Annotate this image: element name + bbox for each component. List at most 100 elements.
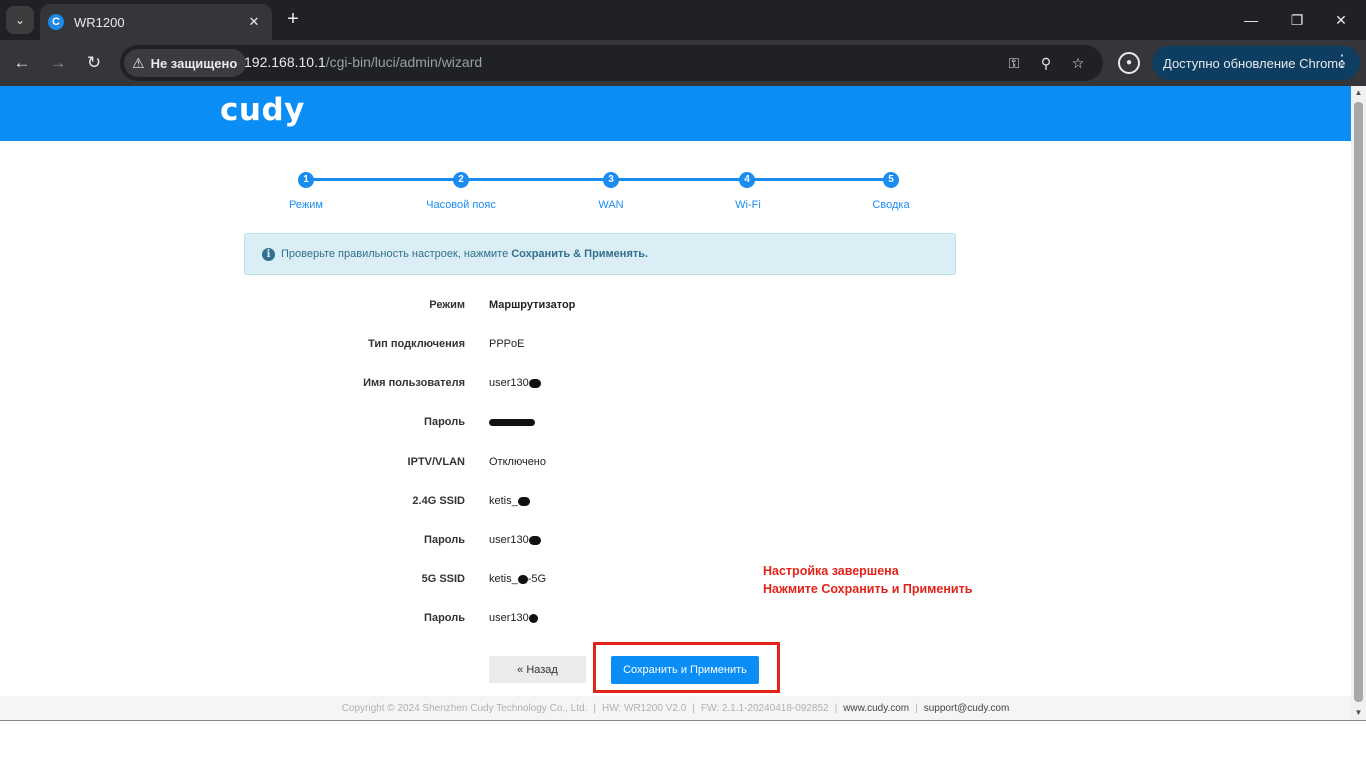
footer-site-link[interactable]: www.cudy.com (843, 703, 909, 714)
window-close-icon[interactable]: ✕ (1326, 8, 1356, 32)
update-label: Доступно обновление Chrome (1163, 55, 1346, 71)
new-tab-plus-icon[interactable]: + (282, 8, 304, 30)
restore-icon[interactable]: ❐ (1282, 8, 1312, 32)
footer-support-link[interactable]: support@cudy.com (924, 703, 1010, 714)
redaction-mark (517, 574, 528, 584)
row-value (489, 412, 535, 432)
profile-icon[interactable]: ● (1118, 52, 1140, 74)
summary-row-username: Имя пользователя user130 (0, 373, 800, 393)
row-value: user130 (489, 608, 538, 628)
footer-separator: | (915, 702, 918, 714)
username-text: user130 (489, 377, 529, 389)
kebab-menu-icon[interactable]: ⋮ (1334, 53, 1350, 71)
summary-row-password-2g: Пароль user130 (0, 530, 800, 550)
summary-row-iptv: IPTV/VLAN Отключено (0, 452, 800, 472)
footer-separator: | (593, 702, 596, 714)
footer-separator: | (692, 702, 695, 714)
tab-close-icon[interactable]: ✕ (244, 14, 264, 30)
zoom-icon[interactable]: ⚲ (1036, 53, 1056, 73)
alert-strong-text: Сохранить & Применять. (511, 248, 649, 260)
password-text: user130 (489, 612, 529, 624)
info-circle-icon: i (262, 247, 275, 261)
footer-hw: HW: WR1200 V2.0 (601, 702, 687, 714)
step-5-marker: 5 (883, 172, 899, 188)
page-header: cudy (0, 86, 1351, 141)
security-label: Не защищено (150, 55, 238, 71)
row-value: Маршрутизатор (489, 299, 576, 311)
below-viewport-area (0, 720, 1366, 768)
password-key-icon[interactable]: ⚿ (1004, 53, 1024, 73)
row-label: Пароль (424, 416, 465, 428)
scrollbar-thumb[interactable] (1354, 102, 1363, 702)
row-label: Тип подключения (368, 338, 465, 350)
minimize-icon[interactable]: — (1236, 8, 1266, 32)
row-value: PPPoE (489, 338, 525, 350)
summary-row-password-5g: Пароль user130 (0, 608, 800, 628)
step-4-marker: 4 (739, 172, 755, 188)
annotation-line-2: Нажмите Сохранить и Применить (763, 582, 973, 596)
url-host: 192.168.10.1 (244, 54, 326, 70)
bookmark-star-icon[interactable]: ☆ (1068, 53, 1088, 73)
forward-arrow-icon[interactable]: → (46, 51, 70, 75)
row-label: IPTV/VLAN (407, 456, 465, 468)
summary-row-mode: Режим Маршрутизатор (0, 295, 800, 315)
password-text: user130 (489, 534, 529, 546)
scroll-up-arrow-icon[interactable]: ▲ (1351, 86, 1366, 100)
row-value: user130 (489, 373, 541, 393)
row-value: Отключено (489, 456, 546, 468)
tab-search-chevron-icon[interactable]: ⌄ (6, 6, 34, 34)
ssid-text: ketis_ (489, 495, 518, 507)
back-arrow-icon[interactable]: ← (10, 51, 34, 75)
chrome-update-button[interactable]: Доступно обновление Chrome ⋮ (1152, 46, 1360, 80)
step-3-label: WAN (598, 199, 624, 211)
row-label: Режим (429, 299, 465, 311)
back-button[interactable]: « Назад (489, 656, 586, 683)
stepper-track (306, 178, 890, 181)
redaction-mark (528, 535, 541, 545)
info-alert: i Проверьте правильность настроек, нажми… (244, 233, 956, 275)
save-apply-button[interactable]: Сохранить и Применить (611, 656, 759, 684)
step-2-label: Часовой пояс (426, 199, 496, 211)
row-label: Пароль (424, 534, 465, 546)
step-5-label: Сводка (872, 199, 910, 211)
page-scrollbar[interactable]: ▲ ▼ (1351, 86, 1366, 720)
row-value: ketis_ (489, 491, 530, 511)
browser-tab[interactable]: C WR1200 ✕ (40, 4, 272, 40)
ssid-suffix: -5G (527, 573, 547, 585)
step-3-marker: 3 (603, 172, 619, 188)
browser-tab-strip: ⌄ C WR1200 ✕ + — ❐ ✕ (0, 0, 1366, 40)
row-value: ketis_ -5G (489, 569, 546, 589)
annotation-line-1: Настройка завершена (763, 564, 899, 578)
row-label: 2.4G SSID (412, 495, 465, 507)
alert-text: Проверьте правильность настроек, нажмите (281, 248, 509, 260)
footer-separator: | (834, 702, 838, 714)
step-4-label: Wi-Fi (735, 199, 761, 211)
row-label: Имя пользователя (363, 377, 465, 389)
redaction-mark (489, 418, 535, 426)
redaction-mark (517, 496, 530, 506)
page-footer: Copyright © 2024 Shenzhen Cudy Technolog… (0, 696, 1351, 720)
summary-row-connection-type: Тип подключения PPPoE (0, 334, 800, 354)
cudy-logo: cudy (220, 92, 305, 128)
security-warning-chip[interactable]: ⚠ Не защищено (124, 49, 247, 77)
summary-row-ssid-2g: 2.4G SSID ketis_ (0, 491, 800, 511)
row-label: Пароль (424, 612, 465, 624)
browser-toolbar: ← → ↻ ⚠ Не защищено 192.168.10.1/cgi-bin… (0, 40, 1366, 86)
step-1-marker: 1 (298, 172, 314, 188)
row-value: user130 (489, 530, 541, 550)
reload-icon[interactable]: ↻ (82, 51, 106, 75)
warning-triangle-icon: ⚠ (132, 54, 145, 71)
redaction-mark (528, 378, 541, 388)
cudy-favicon-icon: C (48, 14, 64, 30)
footer-copyright: Copyright © 2024 Shenzhen Cudy Technolog… (341, 702, 588, 714)
summary-row-pppoe-password: Пароль (0, 412, 800, 432)
redaction-mark (528, 613, 538, 623)
step-2-marker: 2 (453, 172, 469, 188)
url-text[interactable]: 192.168.10.1/cgi-bin/luci/admin/wizard (244, 54, 482, 70)
step-1-label: Режим (289, 199, 323, 211)
footer-fw: FW: 2.1.1-20240418-092852 (700, 702, 829, 714)
tab-title: WR1200 (74, 14, 125, 30)
summary-row-ssid-5g: 5G SSID ketis_ -5G (0, 569, 800, 589)
address-bar[interactable]: ⚠ Не защищено 192.168.10.1/cgi-bin/luci/… (120, 45, 1103, 81)
scroll-down-arrow-icon[interactable]: ▼ (1351, 706, 1366, 720)
